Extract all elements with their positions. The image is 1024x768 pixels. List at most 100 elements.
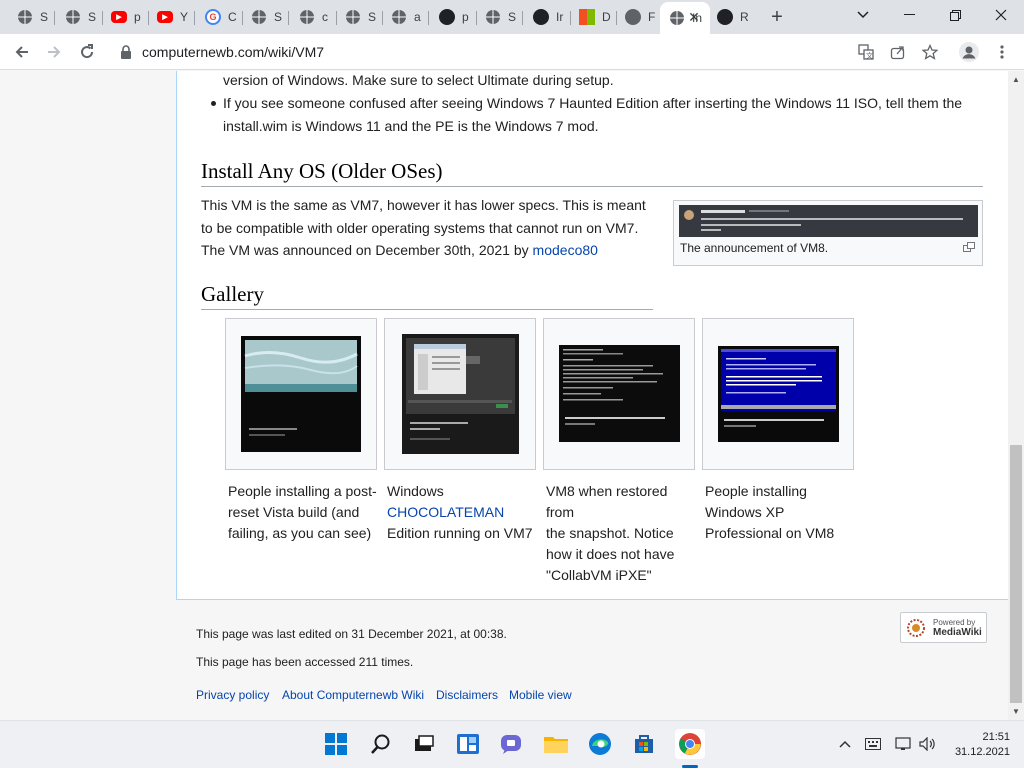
bookmark-star-icon[interactable] [920,42,940,62]
browser-menu-icon[interactable] [992,42,1012,62]
modeco80-link[interactable]: modeco80 [533,242,598,258]
browser-tab[interactable]: S [476,4,522,30]
mobile-view-link[interactable]: Mobile view [509,688,572,702]
tab-title: c [322,10,328,24]
gallery-caption-2: Windows CHOCOLATEMAN Edition running on … [387,481,537,544]
section-para-line2: to be compatible with older operating sy… [201,220,639,236]
restore-button[interactable] [943,4,967,26]
bullet-dot [211,101,216,106]
start-windows-icon[interactable] [323,731,349,757]
browser-tab[interactable]: S [336,4,382,30]
scroll-down-arrow-icon[interactable]: ▼ [1012,707,1020,716]
tab-title: S [88,10,97,24]
tab-title: p [462,10,469,24]
task-view-icon[interactable] [411,731,437,757]
taskbar-clock[interactable]: 21:51 31.12.2021 [950,730,1010,760]
url-text[interactable]: computernewb.com/wiki/VM7 [142,44,324,60]
volume-icon[interactable] [919,736,937,752]
google-icon: G [205,9,221,25]
store-icon[interactable] [631,731,657,757]
gallery-item-1[interactable] [225,318,377,470]
tab-title: C [228,10,237,24]
gallery-item-2[interactable] [384,318,536,470]
browser-tab[interactable]: ▶ p [102,4,148,30]
globe-icon [485,9,501,25]
section-para-line1: This VM is the same as VM7, however it h… [201,197,646,213]
address-bar[interactable]: computernewb.com/wiki/VM7 [108,38,948,66]
gallery-image-chocolateman[interactable] [402,334,519,454]
minimize-button[interactable] [897,4,921,26]
tab-strip: S S ▶ p ▶ Y G C Sc Sa p S Ir D F In R ✕ + [0,0,1024,34]
browser-tab[interactable]: a [382,4,428,30]
network-icon[interactable] [895,736,913,752]
browser-tab[interactable]: F [616,4,662,30]
disclaimers-link[interactable]: Disclaimers [436,688,498,702]
keyboard-icon[interactable] [864,736,882,752]
search-icon[interactable] [368,731,394,757]
browser-tab[interactable]: Ir [524,4,570,30]
gallery-caption-1: People installing a post- reset Vista bu… [228,481,378,544]
browser-tab[interactable]: ▶ Y [148,4,194,30]
gallery-item-3[interactable] [543,318,695,470]
profile-avatar-icon[interactable] [959,42,979,62]
about-wiki-link[interactable]: About Computernewb Wiki [282,688,424,702]
gallery-image-vm8-snapshot[interactable] [559,345,680,442]
tab-search-icon[interactable] [851,4,875,26]
gallery-caption-4: People installing Windows XP Professiona… [705,481,855,544]
share-icon[interactable] [888,42,908,62]
tray-overflow-chevron-icon[interactable] [836,736,854,752]
file-explorer-icon[interactable] [543,731,569,757]
page-scrollbar[interactable]: ▲ ▼ [1008,71,1024,720]
caption-line: VM8 when restored from [546,483,668,520]
chocolateman-link[interactable]: CHOCOLATEMAN [387,504,504,520]
tab-title: D [602,10,611,24]
intro-text: version of Windows. Make sure to select … [223,72,614,88]
gallery-image-xp-setup[interactable] [718,346,839,442]
scroll-up-arrow-icon[interactable]: ▲ [1012,75,1020,84]
close-window-button[interactable] [989,4,1013,26]
announcement-image[interactable] [679,205,978,237]
powered-by-mediawiki-badge[interactable]: Powered by MediaWiki [900,612,987,643]
browser-tab[interactable]: S [56,4,102,30]
octopus-icon [533,9,549,25]
widgets-icon[interactable] [455,731,481,757]
caption-line: reset Vista build (and [228,504,360,520]
thumbnail-caption: The announcement of VM8. [680,241,829,255]
browser-tab[interactable]: c [290,4,336,30]
scrollbar-thumb[interactable] [1010,445,1022,703]
gallery-image-vista[interactable] [241,336,361,452]
forward-button[interactable] [43,41,65,63]
lock-icon[interactable] [120,45,132,59]
pin-icon [439,9,455,25]
close-tab-icon[interactable]: ✕ [686,9,702,25]
browser-tab[interactable]: p [430,4,476,30]
gallery-heading: Gallery [201,282,264,306]
translate-icon[interactable]: 文 [856,42,876,62]
teams-chat-icon[interactable] [499,731,525,757]
browser-tab[interactable]: In [660,2,710,34]
gallery-divider [201,309,653,310]
enlarge-icon[interactable] [963,242,975,252]
section-divider [201,186,983,187]
new-tab-button[interactable]: + [766,6,788,28]
browser-tab[interactable]: D [570,4,616,30]
github-icon [717,9,733,25]
globe-icon [17,9,33,25]
reload-button[interactable] [76,41,98,63]
browser-tab[interactable]: S [8,4,54,30]
tab-title: p [134,10,141,24]
privacy-policy-link[interactable]: Privacy policy [196,688,269,702]
tab-title: S [368,10,377,24]
browser-tab[interactable]: S [242,4,288,30]
browser-tab[interactable]: R [708,4,754,30]
edge-icon[interactable] [587,731,613,757]
gallery-item-4[interactable] [702,318,854,470]
bullet-text-line1: If you see someone confused after seeing… [223,95,963,111]
mediawiki-logo-icon [907,619,925,637]
chrome-taskbar-icon[interactable] [675,729,705,759]
back-button[interactable] [11,41,33,63]
section-heading: Install Any OS (Older OSes) [201,159,443,183]
section-para-text: The VM was announced on December 30th, 2… [201,242,533,258]
caption-line: People installing [705,483,807,499]
browser-tab[interactable]: GC [196,4,242,30]
